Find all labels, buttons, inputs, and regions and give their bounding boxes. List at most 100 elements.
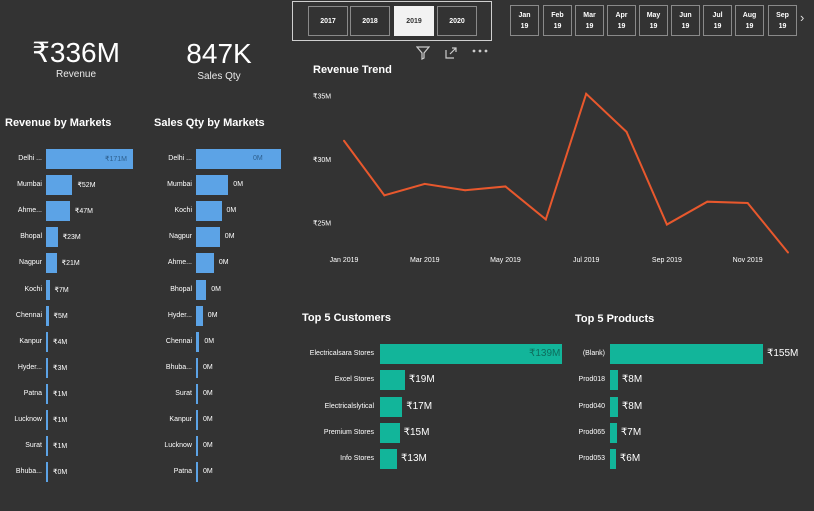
month-button-jul[interactable]: Jul 19	[703, 5, 732, 36]
market-label: Bhopal	[20, 233, 42, 241]
top-item-label: Prod040	[578, 402, 605, 410]
market-bar	[46, 357, 48, 378]
revenue-trend-point	[504, 185, 507, 188]
month-button-aug[interactable]: Aug 19	[735, 5, 764, 36]
filter-icon[interactable]	[415, 46, 431, 63]
market-bar-value: 0M	[226, 207, 237, 215]
market-bar	[196, 410, 198, 430]
revenue-trend-point	[706, 200, 709, 203]
market-bar-value: ₹23M	[62, 234, 81, 242]
market-bar	[196, 331, 200, 352]
top-item-value: ₹7M	[620, 426, 642, 438]
sales-qty-by-markets-title: Sales Qty by Markets	[154, 117, 265, 129]
month-year-label: 19	[617, 22, 626, 30]
month-label: Feb	[551, 11, 564, 19]
month-label: May	[646, 11, 661, 19]
top-item-label: Excel Stores	[334, 376, 374, 384]
top-products-chart: (Blank) ₹155M Prod018 ₹8M Prod040 ₹8M Prod065 ₹…	[572, 338, 812, 473]
market-label: Lucknow	[164, 442, 192, 450]
month-button-may[interactable]: May 19	[639, 5, 668, 36]
top-item-value: ₹155M	[767, 348, 799, 359]
top-item-value: ₹8M	[621, 374, 643, 386]
market-label: Nagpur	[169, 233, 192, 241]
top-item-value: ₹13M	[401, 453, 427, 465]
top-item-label: Electricalsara Stores	[309, 350, 374, 357]
month-label: Apr	[615, 11, 628, 19]
x-tick-label: Sep 2019	[652, 257, 682, 264]
month-label: Aug	[742, 11, 757, 19]
market-bar-value: 0M	[203, 389, 213, 397]
month-year-label: 19	[745, 22, 754, 30]
market-bar	[196, 436, 198, 457]
market-label: Delhi ...	[168, 155, 192, 162]
revenue-trend-chart: ₹25M ₹30M ₹35M Jan 2019 Mar 2019 May 2019 Jul …	[313, 91, 789, 264]
market-bar-value: ₹52M	[77, 182, 96, 190]
revenue-trend-point	[625, 130, 628, 133]
market-label: Kochi	[174, 207, 192, 215]
sales-qty-kpi-value: 847K	[186, 38, 252, 69]
market-bar	[46, 227, 58, 248]
month-button-jan[interactable]: Jan 19	[510, 5, 539, 36]
market-bar-value: ₹0M	[53, 469, 68, 477]
market-bar-value: ₹1M	[53, 390, 68, 398]
market-label: Chennai	[15, 311, 42, 319]
market-bar	[196, 227, 220, 248]
top-item-label: Premium Stores	[323, 428, 374, 436]
market-bar-value: 0M	[224, 233, 235, 241]
month-button-apr[interactable]: Apr 19	[607, 5, 636, 36]
market-label: Kochi	[24, 285, 42, 293]
top-item-value: ₹17M	[406, 400, 433, 412]
top-item-bar	[610, 396, 618, 417]
market-bar	[196, 383, 198, 404]
month-button-sep[interactable]: Sep 19	[768, 5, 797, 36]
month-year-label: 19	[520, 22, 529, 30]
month-button-mar[interactable]: Mar 19	[575, 5, 604, 36]
market-bar	[46, 175, 73, 196]
market-bar	[46, 279, 50, 300]
x-tick-label: Nov 2019	[733, 257, 763, 264]
revenue-kpi-label: Revenue	[55, 69, 97, 80]
x-tick-label: May 2019	[490, 257, 521, 264]
top-item-bar	[380, 449, 398, 470]
market-label: Kanpur	[19, 337, 42, 345]
top-item-bar	[610, 422, 617, 443]
top-item-label: Prod053	[578, 455, 605, 463]
market-bar-value: 0M	[203, 468, 213, 476]
month-label: Jan	[518, 11, 531, 19]
month-button-jun[interactable]: Jun 19	[671, 5, 700, 36]
market-bar-value: ₹7M	[54, 286, 69, 294]
market-bar	[46, 305, 49, 326]
top-item-value: ₹139M	[529, 348, 561, 359]
year-slicer: 2017 2018 2019 2020	[292, 1, 492, 41]
market-bar-value: ₹1M	[53, 443, 68, 451]
market-bar-value: ₹21M	[61, 260, 80, 268]
market-bar-value: ₹47M	[74, 208, 93, 216]
market-bar-value: 0M	[218, 259, 229, 267]
market-bar	[46, 410, 48, 430]
top-item-value: ₹6M	[619, 453, 641, 465]
year-button-2018[interactable]: 2018	[350, 6, 390, 36]
revenue-trend-point	[746, 201, 749, 204]
market-bar	[196, 462, 198, 483]
market-bar	[196, 175, 229, 196]
market-label: Mumbai	[17, 181, 42, 189]
chevron-right-icon[interactable]: ›	[800, 10, 804, 25]
month-label: Mar	[583, 11, 596, 19]
year-button-2017[interactable]: 2017	[308, 6, 348, 36]
month-year-label: 19	[681, 22, 690, 30]
top-item-value: ₹8M	[621, 400, 643, 412]
market-bar	[196, 357, 198, 378]
market-label: Ahme...	[167, 259, 192, 267]
market-label: Lucknow	[14, 416, 42, 423]
year-button-2020[interactable]: 2020	[437, 6, 477, 36]
market-bar	[196, 279, 207, 300]
month-button-feb[interactable]: Feb 19	[543, 5, 572, 36]
more-options-icon[interactable]	[472, 44, 488, 61]
market-label: Hyder...	[17, 363, 42, 371]
market-label: Bhopal	[170, 285, 192, 293]
y-tick-label: ₹30M	[313, 156, 331, 164]
market-bar-value: 0M	[203, 416, 213, 423]
market-label: Hyder...	[167, 311, 192, 319]
year-button-2019[interactable]: 2019	[394, 6, 434, 36]
focus-mode-icon[interactable]	[444, 46, 458, 63]
